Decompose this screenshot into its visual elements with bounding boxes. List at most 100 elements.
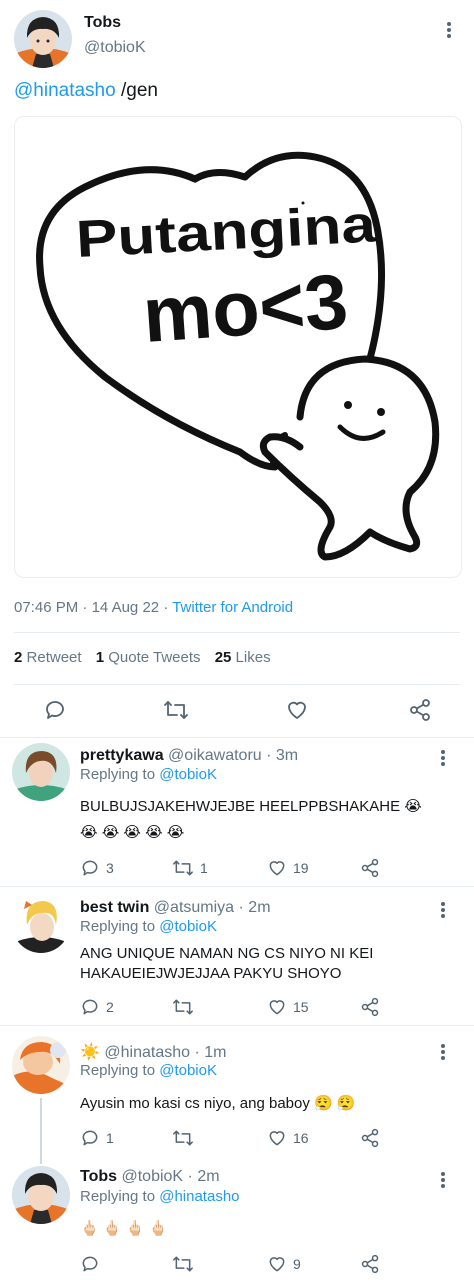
- reply-author-handle[interactable]: @oikawatoru: [168, 747, 262, 764]
- tweet-date: 14 Aug 22: [91, 599, 160, 616]
- tweet-meta: 07:46 PM · 14 Aug 22 · Twitter for Andro…: [14, 599, 293, 616]
- reply-icon: [46, 701, 64, 719]
- author-avatar[interactable]: [14, 10, 72, 68]
- reply-button[interactable]: [80, 1254, 100, 1274]
- divider: [0, 1025, 474, 1026]
- retweet-button[interactable]: [172, 1254, 194, 1274]
- tweet-time: 07:46 PM: [14, 599, 79, 616]
- like-icon: [269, 1131, 285, 1146]
- meta-separator: ·: [163, 599, 169, 616]
- reply-author-name[interactable]: Tobs: [80, 1168, 117, 1185]
- reply-count: 3: [106, 860, 114, 876]
- more-vertical-icon[interactable]: [446, 20, 452, 40]
- divider: [14, 632, 460, 633]
- likes-label: Likes: [235, 649, 271, 666]
- reply-button[interactable]: [43, 698, 67, 722]
- reply-text-line1: BULBUJSJAKEHWJEJBE HEELPPBSHAKAHE 😭: [80, 798, 422, 815]
- divider: [0, 737, 474, 738]
- reply-avatar[interactable]: [12, 743, 70, 801]
- reply-text-line1: Ayusin mo kasi cs niyo, ang baboy 😮‍💨 😮‍…: [80, 1095, 356, 1112]
- more-vertical-icon[interactable]: [440, 748, 446, 768]
- like-button[interactable]: 16: [267, 1128, 309, 1148]
- retweet-icon: [173, 860, 193, 876]
- like-button[interactable]: [285, 698, 309, 722]
- reply-author-handle[interactable]: @hinatasho: [104, 1044, 190, 1061]
- mention-link[interactable]: @hinatasho: [14, 80, 116, 101]
- reply-count: 1: [106, 1130, 114, 1146]
- likes-stat[interactable]: 25 Likes: [215, 649, 271, 666]
- retweet-button[interactable]: 1: [172, 858, 208, 878]
- share-button[interactable]: [408, 698, 432, 722]
- replying-prefix: Replying to: [80, 1062, 156, 1079]
- reply-avatar[interactable]: [12, 1166, 70, 1224]
- retweet-button[interactable]: [163, 698, 189, 722]
- like-button[interactable]: 15: [267, 997, 309, 1017]
- replying-to-link[interactable]: @hinatasho: [159, 1188, 239, 1205]
- tweet-text: @hinatasho /gen: [14, 80, 158, 102]
- replying-prefix: Replying to: [80, 1188, 156, 1205]
- share-icon: [361, 997, 379, 1017]
- like-button[interactable]: 9: [267, 1254, 301, 1274]
- share-button[interactable]: [360, 1128, 380, 1148]
- tweet-body: /gen: [120, 80, 158, 101]
- like-button[interactable]: 19: [267, 858, 309, 878]
- reply-button[interactable]: 2: [80, 997, 114, 1017]
- tweet-media[interactable]: Putangina mo<3: [14, 116, 462, 578]
- retweets-stat[interactable]: 2 Retweet: [14, 649, 86, 666]
- retweets-label: Retweet: [26, 649, 82, 666]
- retweet-icon: [173, 1256, 193, 1272]
- reply-button[interactable]: 1: [80, 1128, 114, 1148]
- quotes-label: Quote Tweets: [108, 649, 201, 666]
- reply-author-name[interactable]: best twin: [80, 899, 149, 916]
- divider: [0, 886, 474, 887]
- replying-to-link[interactable]: @tobioK: [159, 766, 217, 783]
- replying-to-link[interactable]: @tobioK: [159, 918, 217, 935]
- retweet-button[interactable]: [172, 997, 194, 1017]
- more-vertical-icon[interactable]: [440, 900, 446, 920]
- reply-author-handle[interactable]: @atsumiya: [154, 899, 234, 916]
- drawn-text-line2: mo<3: [140, 257, 351, 359]
- reply-count: 2: [106, 999, 114, 1015]
- reply-author-handle[interactable]: @tobioK: [121, 1168, 183, 1185]
- reply-header: prettykawa @oikawatoru · 3m: [80, 747, 298, 765]
- reply-author-name[interactable]: ☀️: [80, 1044, 100, 1061]
- reply-text-line1: 🖕🏻 🖕🏻 🖕🏻 🖕🏻: [80, 1220, 168, 1237]
- author-name[interactable]: Tobs: [84, 14, 121, 32]
- share-icon: [361, 858, 379, 878]
- like-count: 9: [293, 1256, 301, 1272]
- reply-text-line1: ANG UNIQUE NAMAN NG CS NIYO NI KEI: [80, 945, 374, 962]
- reply-avatar[interactable]: [12, 895, 70, 953]
- share-button[interactable]: [360, 858, 380, 878]
- like-icon: [269, 861, 285, 876]
- replying-to-link[interactable]: @tobioK: [159, 1062, 217, 1079]
- meta-separator: ·: [82, 599, 88, 616]
- like-icon: [288, 701, 306, 719]
- retweet-count: 1: [200, 860, 208, 876]
- replying-to: Replying to @hinatasho: [80, 1188, 240, 1205]
- reply-author-name[interactable]: prettykawa: [80, 747, 164, 764]
- replying-to: Replying to @tobioK: [80, 766, 217, 783]
- reply-header: ☀️ @hinatasho · 1m: [80, 1042, 226, 1062]
- more-vertical-icon[interactable]: [440, 1042, 446, 1062]
- reply-icon: [82, 1130, 98, 1146]
- reply-icon: [82, 999, 98, 1015]
- more-vertical-icon[interactable]: [440, 1170, 446, 1190]
- replying-to: Replying to @tobioK: [80, 918, 217, 935]
- retweet-icon: [173, 1130, 193, 1146]
- share-button[interactable]: [360, 997, 380, 1017]
- reply-icon: [82, 1256, 98, 1272]
- share-button[interactable]: [360, 1254, 380, 1274]
- reply-avatar[interactable]: [12, 1036, 70, 1094]
- like-icon: [269, 1257, 285, 1272]
- tweet-source-link[interactable]: Twitter for Android: [172, 599, 293, 616]
- retweet-button[interactable]: [172, 1128, 194, 1148]
- quotes-stat[interactable]: 1 Quote Tweets: [96, 649, 205, 666]
- reply-time: · 2m: [238, 899, 271, 916]
- author-handle[interactable]: @tobioK: [84, 39, 146, 57]
- replying-prefix: Replying to: [80, 766, 156, 783]
- reply-text-line2: HAKAUEIEJWJEJJAA PAKYU SHOYO: [80, 965, 342, 982]
- share-icon: [410, 699, 430, 721]
- reply-icon: [82, 860, 98, 876]
- reply-header: best twin @atsumiya · 2m: [80, 899, 271, 917]
- reply-button[interactable]: 3: [80, 858, 114, 878]
